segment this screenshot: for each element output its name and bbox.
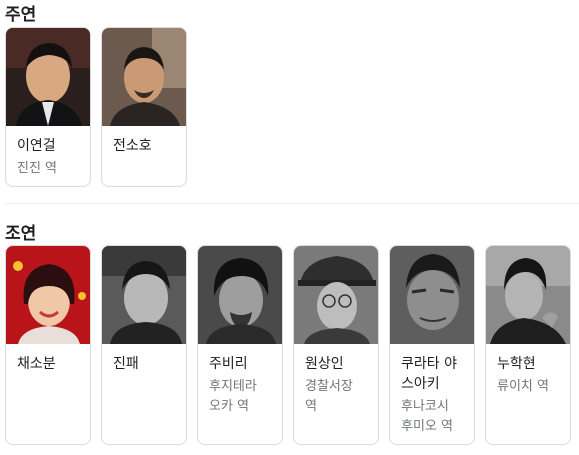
- cast-role: 후나코시 후미오 역: [401, 399, 453, 434]
- cast-photo: [6, 246, 90, 344]
- supporting-cast-title: 조연: [5, 224, 37, 244]
- cast-card-supporting-5[interactable]: 누학현 류이치 역: [485, 245, 571, 445]
- cast-card-supporting-4[interactable]: 쿠라타 야 스아키 후나코시 후미오 역: [389, 245, 475, 445]
- cast-role: 후지테라 오카 역: [209, 379, 257, 414]
- cast-photo: [486, 246, 570, 344]
- cast-name: 원상인: [305, 356, 344, 372]
- cast-role: 류이치 역: [497, 379, 549, 394]
- cast-photo: [390, 246, 474, 344]
- cast-name: 전소호: [113, 138, 152, 154]
- cast-photo: [198, 246, 282, 344]
- cast-role: 진진 역: [17, 161, 58, 176]
- cast-name: 채소분: [17, 356, 56, 372]
- cast-card-main-1[interactable]: 전소호: [101, 27, 187, 187]
- cast-card-supporting-3[interactable]: 원상인 경찰서장 역: [293, 245, 379, 445]
- cast-name: 누학현: [497, 356, 536, 372]
- cast-name: 이연걸: [17, 138, 56, 154]
- cast-card-supporting-2[interactable]: 주비리 후지테라 오카 역: [197, 245, 283, 445]
- cast-card-supporting-0[interactable]: 채소분: [5, 245, 91, 445]
- cast-card-supporting-1[interactable]: 진패: [101, 245, 187, 445]
- cast-name: 진패: [113, 356, 139, 372]
- cast-name: 주비리: [209, 356, 248, 372]
- main-cast-title: 주연: [5, 5, 37, 25]
- cast-card-main-0[interactable]: 이연걸 진진 역: [5, 27, 91, 187]
- cast-photo: [102, 246, 186, 344]
- cast-photo: [6, 28, 90, 126]
- cast-photo: [102, 28, 186, 126]
- section-divider: [5, 203, 579, 204]
- cast-name: 쿠라타 야 스아키: [401, 356, 457, 392]
- cast-role: 경찰서장 역: [305, 379, 353, 414]
- cast-photo: [294, 246, 378, 344]
